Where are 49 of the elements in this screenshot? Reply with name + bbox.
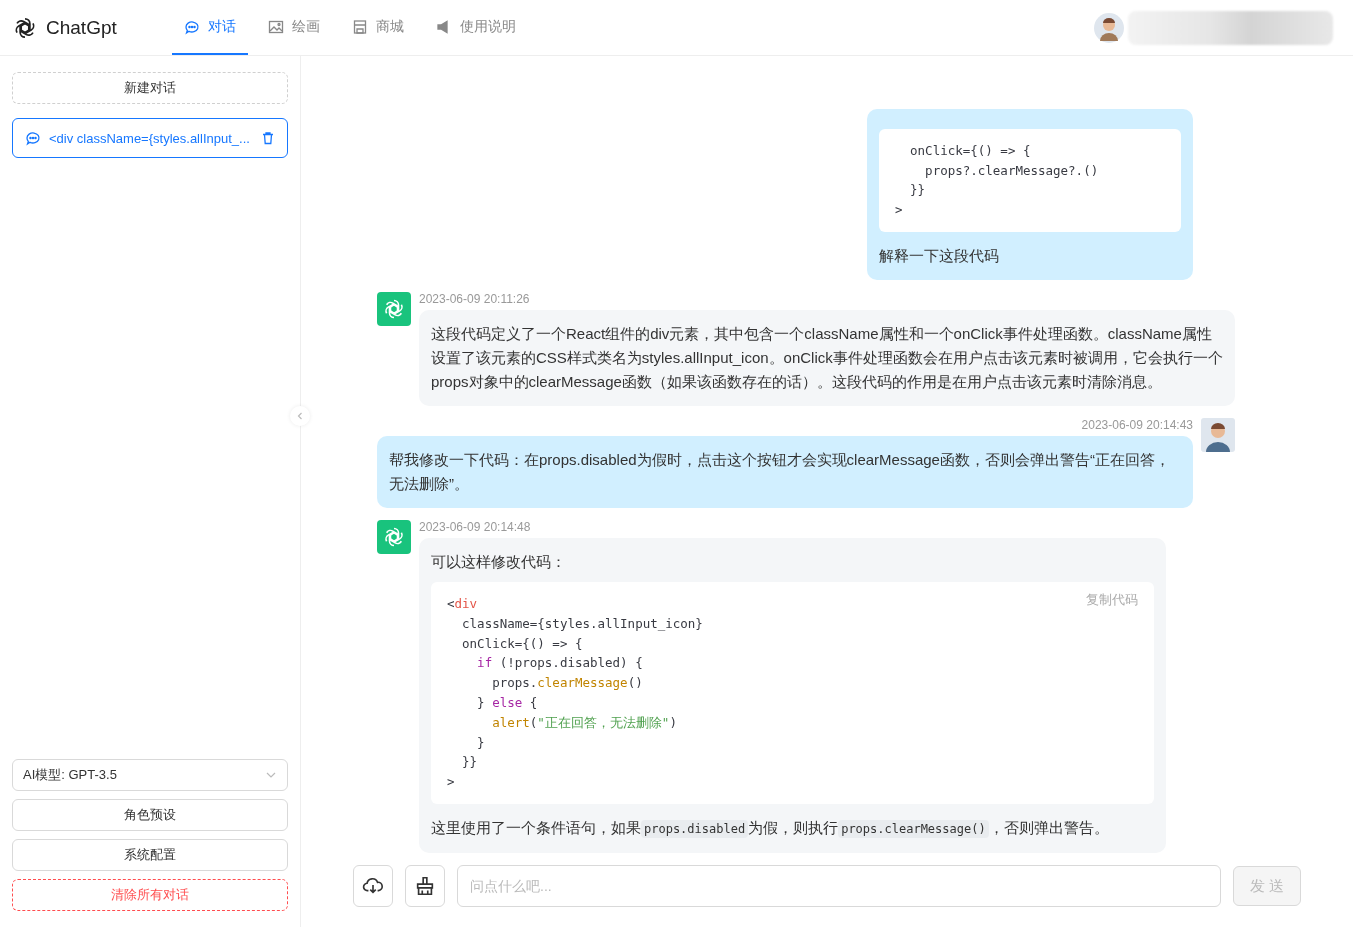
message-text: 解释一下这段代码 — [879, 246, 1000, 267]
conversation-item[interactable]: <div className={styles.allInput_... — [12, 118, 288, 158]
chat-icon — [184, 18, 200, 35]
code-line: }} — [461, 753, 478, 772]
user-avatar — [1201, 418, 1235, 453]
message-time: 2023-06-09 20:14:43 — [1081, 418, 1193, 433]
message-time: 2023-06-09 20:14:48 — [419, 520, 531, 535]
clear-all-button[interactable]: 清除所有对话 — [12, 879, 288, 911]
code-line: className={styles.allInput_icon} — [461, 614, 703, 633]
code-line: alert("正在回答，无法删除") — [491, 713, 677, 732]
bot-avatar — [377, 292, 411, 327]
sidebar-button[interactable]: 系统配置 — [12, 839, 288, 871]
store-icon — [352, 18, 368, 35]
nav-tab[interactable]: 使用说明 — [424, 0, 528, 55]
code-line: <div — [447, 595, 478, 614]
code-line: } else { — [476, 694, 538, 712]
code-line: onClick={() => { — [909, 141, 1031, 160]
message-text: 可以这样修改代码： — [431, 552, 567, 573]
message-text: 这段代码定义了一个React组件的div元素，其中包含一个className属性和一个onClick事件处理函数。className属性设置了该元素的CSS样式类名为styles.allInput_icon。onClick事件处理函数会在用户点击该元素时被调用，它会执行一个props对象中的clearMessage函数（如果该函数存在的话）。这段代码的作用是在用户点击该元素时清除消息。 — [431, 324, 1223, 393]
code-line: }} — [909, 181, 926, 200]
code-line: > — [895, 201, 903, 220]
nav-tab[interactable]: 对话 — [172, 0, 248, 55]
code-line: } — [476, 733, 485, 752]
code-line: > — [447, 773, 455, 792]
user-avatar[interactable] — [1094, 12, 1124, 43]
code-line: props?.clearMessage?.() — [924, 161, 1099, 180]
new-chat-button[interactable]: 新建对话 — [12, 72, 288, 104]
code-line: if (!props.disabled) { — [476, 654, 643, 673]
trash-icon[interactable] — [261, 131, 275, 145]
model-select[interactable]: AI模型: GPT-3.5 — [12, 759, 288, 791]
image-icon — [268, 18, 284, 35]
code-line: onClick={() => { — [461, 634, 583, 653]
copy-code-link[interactable]: 复制代码 — [1086, 590, 1138, 610]
collapse-handle[interactable] — [290, 406, 310, 426]
message-input[interactable]: 问点什么吧... — [457, 865, 1221, 907]
broom-icon — [414, 875, 436, 897]
brand-name: ChatGpt — [46, 16, 117, 39]
chat-icon — [25, 130, 41, 146]
clear-button[interactable] — [405, 865, 445, 907]
sidebar-button[interactable]: 角色预设 — [12, 799, 288, 831]
upload-button[interactable] — [353, 865, 393, 907]
chevron-left-icon — [296, 412, 304, 420]
nav-tab[interactable]: 绘画 — [256, 0, 332, 55]
code-line: props.clearMessage() — [491, 674, 643, 693]
message-text: 这里使用了一个条件语句，如果 props.disabled 为假，则执行 props.clearMessage() ，否则弹出警告。 — [431, 818, 1110, 840]
message-text: 帮我修改一下代码：在props.disabled为假时，点击这个按钮才会实现clearMessage函数，否则会弹出警告“正在回答，无法删除”。 — [389, 450, 1171, 495]
bot-avatar — [377, 520, 411, 555]
nav-tab[interactable]: 商城 — [340, 0, 416, 55]
message-time: 2023-06-09 20:11:26 — [419, 292, 530, 307]
